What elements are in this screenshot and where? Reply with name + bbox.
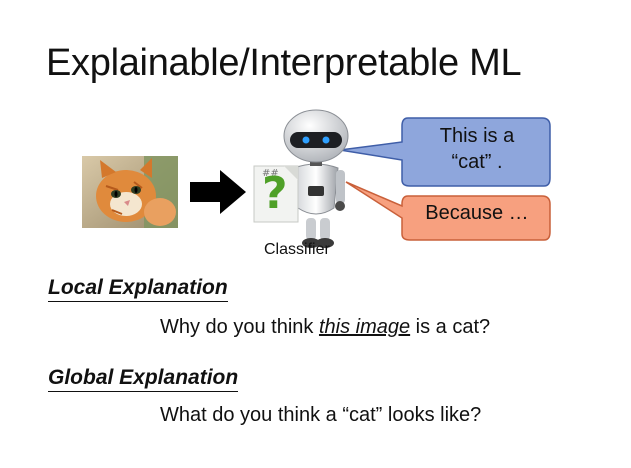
right-arrow-icon	[190, 170, 246, 214]
local-explanation-question: Why do you think this image is a cat?	[160, 316, 490, 339]
question-mark: ?	[262, 168, 288, 219]
answer-line-2: “cat” .	[451, 151, 503, 173]
global-explanation-question: What do you think a “cat” looks like?	[160, 404, 482, 426]
answer-line-1: This is a	[439, 125, 515, 147]
speech-bubble-because-text: Because …	[425, 202, 529, 224]
question-part-2: is a cat?	[410, 316, 491, 338]
local-explanation-heading: Local Explanation	[48, 276, 228, 302]
question-emphasis: this image	[318, 316, 411, 338]
speech-bubble-answer-text: This is a “cat” .	[402, 123, 552, 175]
cat-image	[82, 156, 178, 228]
global-explanation-heading: Global Explanation	[48, 366, 239, 392]
classifier-label: Classifier	[264, 241, 330, 258]
question-part-1: Why do you think	[160, 316, 319, 338]
slide-title: Explainable/Interpretable ML	[46, 42, 522, 84]
